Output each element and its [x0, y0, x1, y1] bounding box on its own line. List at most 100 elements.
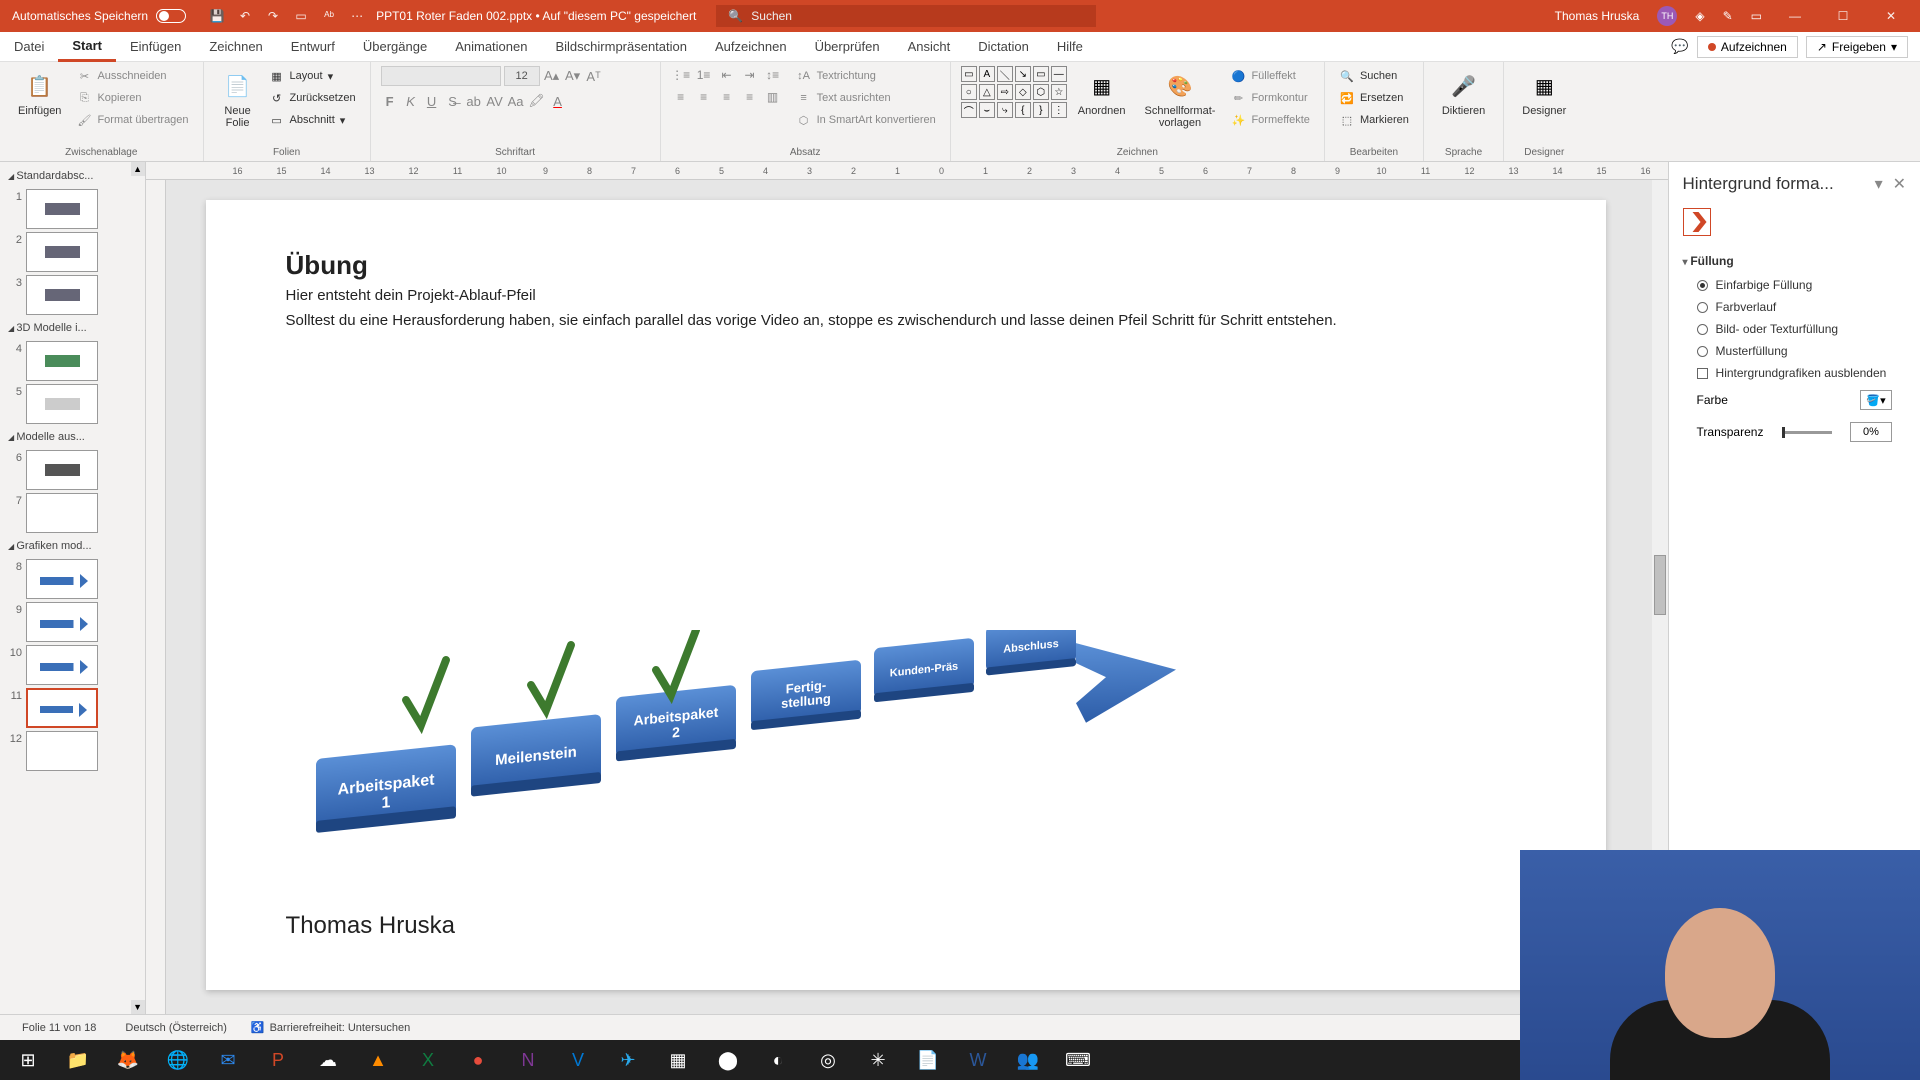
shape-star-icon[interactable]: ☆ — [1051, 84, 1067, 100]
spacing-icon[interactable]: AV — [486, 92, 504, 110]
shape-hex-icon[interactable]: ⬡ — [1033, 84, 1049, 100]
shapes-gallery[interactable]: ▭ A ＼ ↘ ▭ — ○ △ ⇨ ◇ ⬡ ☆ ⌒ ⌣ ⤷ { } ⋮ — [961, 66, 1067, 118]
shape-brace-icon[interactable]: { — [1015, 102, 1031, 118]
numbering-icon[interactable]: 1≡ — [694, 66, 714, 84]
shape-tri-icon[interactable]: △ — [979, 84, 995, 100]
user-avatar-icon[interactable]: TH — [1657, 6, 1677, 26]
align-text-button[interactable]: ≡Text ausrichten — [792, 88, 940, 108]
powerpoint-icon[interactable]: P — [254, 1041, 302, 1079]
tab-aufzeichnen[interactable]: Aufzeichnen — [701, 32, 801, 62]
shape-line-icon[interactable]: ＼ — [997, 66, 1013, 82]
section-header[interactable]: Grafiken mod... — [6, 536, 139, 556]
maximize-button[interactable]: ☐ — [1828, 5, 1858, 27]
fill-section-header[interactable]: Füllung — [1683, 248, 1906, 274]
font-name-input[interactable] — [381, 66, 501, 86]
tab-bildschirm[interactable]: Bildschirmpräsentation — [541, 32, 701, 62]
user-name-label[interactable]: Thomas Hruska — [1555, 9, 1640, 23]
replace-button[interactable]: 🔁Ersetzen — [1335, 88, 1413, 108]
tab-hilfe[interactable]: Hilfe — [1043, 32, 1097, 62]
section-header[interactable]: Modelle aus... — [6, 427, 139, 447]
onenote-icon[interactable]: N — [504, 1041, 552, 1079]
thumbnail-11[interactable]: 11 — [6, 688, 139, 728]
decrease-font-icon[interactable]: A▾ — [564, 67, 582, 85]
line-spacing-icon[interactable]: ↕≡ — [763, 66, 783, 84]
layout-button[interactable]: ▦Layout▾ — [265, 66, 360, 86]
document-title[interactable]: PPT01 Roter Faden 002.pptx • Auf "diesem… — [376, 9, 696, 23]
indent-dec-icon[interactable]: ⇤ — [717, 66, 737, 84]
increase-font-icon[interactable]: A▴ — [543, 67, 561, 85]
font-size-input[interactable] — [504, 66, 540, 86]
auto-save-toggle[interactable]: Automatisches Speichern — [0, 9, 198, 23]
font-color-icon[interactable]: A — [549, 92, 567, 110]
accessibility-status[interactable]: ♿Barrierefreiheit: Untersuchen — [239, 1021, 422, 1034]
present-icon[interactable]: ▭ — [292, 7, 310, 25]
scroll-up-icon[interactable]: ▲ — [131, 162, 145, 176]
telegram-icon[interactable]: ✈ — [604, 1041, 652, 1079]
thumbnail-7[interactable]: 7 — [6, 493, 139, 533]
author-name[interactable]: Thomas Hruska — [286, 912, 455, 940]
select-button[interactable]: ⬚Markieren — [1335, 110, 1413, 130]
tab-einfuegen[interactable]: Einfügen — [116, 32, 195, 62]
section-header[interactable]: 3D Modelle i... — [6, 318, 139, 338]
firefox-icon[interactable]: 🦊 — [104, 1041, 152, 1079]
copy-button[interactable]: ⎘Kopieren — [72, 88, 192, 108]
color-picker-button[interactable]: 🪣▾ — [1860, 390, 1892, 410]
horizontal-ruler[interactable]: 1615141312111098765432101234567891011121… — [146, 162, 1668, 180]
align-center-icon[interactable]: ≡ — [694, 88, 714, 106]
ribbon-display-icon[interactable]: ▭ — [1751, 9, 1762, 23]
shape-curve-icon[interactable]: ⌒ — [961, 102, 977, 118]
shape-arrow-icon[interactable]: ↘ — [1015, 66, 1031, 82]
text-direction-button[interactable]: ↕ATextrichtung — [792, 66, 940, 86]
indent-inc-icon[interactable]: ⇥ — [740, 66, 760, 84]
vlc-icon[interactable]: ▲ — [354, 1041, 402, 1079]
strike-icon[interactable]: S̶ — [444, 92, 462, 110]
shape-oval-icon[interactable]: ○ — [961, 84, 977, 100]
record-button[interactable]: Aufzeichnen — [1697, 36, 1798, 58]
vertical-ruler[interactable] — [146, 180, 166, 1014]
new-slide-button[interactable]: 📄 Neue Folie — [214, 66, 262, 133]
language-status[interactable]: Deutsch (Österreich) — [108, 1022, 238, 1034]
slide-canvas[interactable]: Übung Hier entsteht dein Projekt-Ablauf-… — [206, 200, 1606, 990]
designer-button[interactable]: ▦ Designer — [1514, 66, 1574, 121]
thumbnail-10[interactable]: 10 — [6, 645, 139, 685]
highlight-icon[interactable]: 🖍 — [528, 92, 546, 110]
thumbnail-1[interactable]: 1 — [6, 189, 139, 229]
tab-datei[interactable]: Datei — [0, 32, 58, 62]
reset-button[interactable]: ↺Zurücksetzen — [265, 88, 360, 108]
smartart-button[interactable]: ⬡In SmartArt konvertieren — [792, 110, 940, 130]
radio-pattern-fill[interactable]: Musterfüllung — [1683, 340, 1906, 362]
find-button[interactable]: 🔍Suchen — [1335, 66, 1413, 86]
app-icon[interactable]: ◐ — [754, 1041, 802, 1079]
thumbnail-8[interactable]: 8 — [6, 559, 139, 599]
section-button[interactable]: ▭Abschnitt▾ — [265, 110, 360, 130]
shape-brace2-icon[interactable]: } — [1033, 102, 1049, 118]
align-left-icon[interactable]: ≡ — [671, 88, 691, 106]
undo-icon[interactable]: ↶ — [236, 7, 254, 25]
align-right-icon[interactable]: ≡ — [717, 88, 737, 106]
terminal-icon[interactable]: ⌨ — [1054, 1041, 1102, 1079]
case-icon[interactable]: Aa — [507, 92, 525, 110]
word-icon[interactable]: W — [954, 1041, 1002, 1079]
format-painter-button[interactable]: 🖌Format übertragen — [72, 110, 192, 130]
autocorrect-icon[interactable]: ᴬᵇ — [320, 7, 338, 25]
shape-arrow2-icon[interactable]: ⇨ — [997, 84, 1013, 100]
paste-button[interactable]: 📋 Einfügen — [10, 66, 69, 121]
pane-close-icon[interactable]: ✕ — [1893, 174, 1906, 194]
tab-zeichnen[interactable]: Zeichnen — [195, 32, 276, 62]
dictate-button[interactable]: 🎤 Diktieren — [1434, 66, 1493, 121]
underline-icon[interactable]: U — [423, 92, 441, 110]
tab-animationen[interactable]: Animationen — [441, 32, 541, 62]
search-bar[interactable]: 🔍 — [716, 5, 1096, 27]
shape-effects-button[interactable]: ✨Formeffekte — [1226, 110, 1314, 130]
tab-entwurf[interactable]: Entwurf — [277, 32, 349, 62]
vscode-icon[interactable]: V — [554, 1041, 602, 1079]
slide-text-line1[interactable]: Hier entsteht dein Projekt-Ablauf-Pfeil — [286, 285, 1526, 306]
italic-icon[interactable]: K — [402, 92, 420, 110]
columns-icon[interactable]: ▥ — [763, 88, 783, 106]
app-icon[interactable]: ● — [454, 1041, 502, 1079]
thumbnail-3[interactable]: 3 — [6, 275, 139, 315]
app-icon[interactable]: ☁ — [304, 1041, 352, 1079]
coming-soon-icon[interactable]: ◈ — [1695, 9, 1704, 23]
app-icon[interactable]: ▦ — [654, 1041, 702, 1079]
file-explorer-icon[interactable]: 📁 — [54, 1041, 102, 1079]
